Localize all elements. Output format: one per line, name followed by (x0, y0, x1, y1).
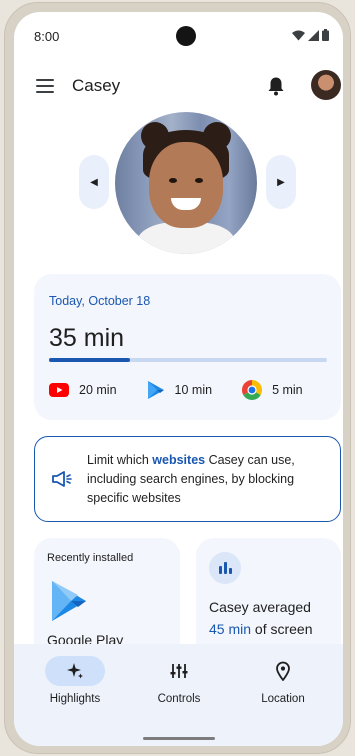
tab-label: Highlights (49, 693, 101, 705)
account-avatar[interactable] (311, 70, 341, 100)
app-usage-time: 20 min (79, 383, 117, 397)
signal-icon (308, 29, 319, 41)
location-pin-icon (276, 661, 290, 681)
app-usage-google-play: 10 min (147, 380, 213, 400)
page-title: Casey (72, 76, 121, 95)
front-camera (176, 26, 196, 46)
bar-chart-icon (209, 552, 241, 584)
screen: 8:00 Casey ◀ ▶ Today, October 18 35 min … (14, 12, 343, 746)
next-child-button[interactable]: ▶ (266, 155, 296, 209)
usage-date: Today, October 18 (49, 294, 151, 308)
google-play-icon (52, 581, 86, 621)
phone-frame: 8:00 Casey ◀ ▶ Today, October 18 35 min … (4, 2, 351, 754)
chevron-right-icon: ▶ (277, 176, 285, 188)
tab-label: Controls (157, 693, 201, 705)
app-usage-time: 5 min (272, 383, 303, 397)
recently-installed-header: Recently installed (47, 552, 134, 564)
screen-time-card[interactable]: Today, October 18 35 min 20 min 10 min 5… (34, 274, 341, 420)
sliders-icon (170, 664, 188, 678)
system-icons (292, 29, 329, 41)
app-bar: Casey (14, 64, 343, 108)
tab-highlights[interactable]: Highlights (27, 656, 123, 705)
limit-websites-text: Limit which websites Casey can use, incl… (87, 453, 295, 505)
google-play-icon (147, 381, 164, 399)
sparkle-icon (67, 663, 83, 679)
app-usage-youtube: 20 min (49, 383, 117, 397)
app-usage-list: 20 min 10 min 5 min (49, 380, 333, 400)
wifi-icon (292, 30, 305, 40)
child-avatar (115, 112, 257, 254)
tab-location[interactable]: Location (235, 656, 331, 705)
chrome-icon (242, 380, 263, 400)
youtube-icon (49, 383, 69, 397)
app-usage-time: 10 min (174, 383, 213, 397)
average-value-line: 45 min of screen (209, 621, 313, 637)
previous-child-button[interactable]: ◀ (79, 155, 109, 209)
home-indicator[interactable] (143, 737, 215, 740)
usage-progress-fill (49, 358, 130, 362)
limit-websites-card[interactable]: Limit which websites Casey can use, incl… (34, 436, 341, 522)
average-text: Casey averaged (209, 599, 311, 615)
websites-link[interactable]: websites (152, 453, 205, 467)
usage-total: 35 min (49, 324, 125, 352)
tab-label: Location (261, 693, 305, 705)
usage-progress-bar (49, 358, 327, 362)
average-value: 45 min (209, 621, 252, 637)
bell-icon[interactable] (267, 76, 285, 96)
status-bar: 8:00 (14, 12, 343, 56)
app-usage-chrome: 5 min (242, 380, 303, 400)
status-time: 8:00 (34, 29, 60, 44)
bottom-navigation: Highlights Controls Location (14, 644, 343, 746)
menu-icon[interactable] (36, 79, 54, 93)
megaphone-icon (52, 471, 72, 487)
battery-icon (322, 29, 329, 41)
chevron-left-icon: ◀ (90, 176, 98, 188)
tab-controls[interactable]: Controls (131, 656, 227, 705)
